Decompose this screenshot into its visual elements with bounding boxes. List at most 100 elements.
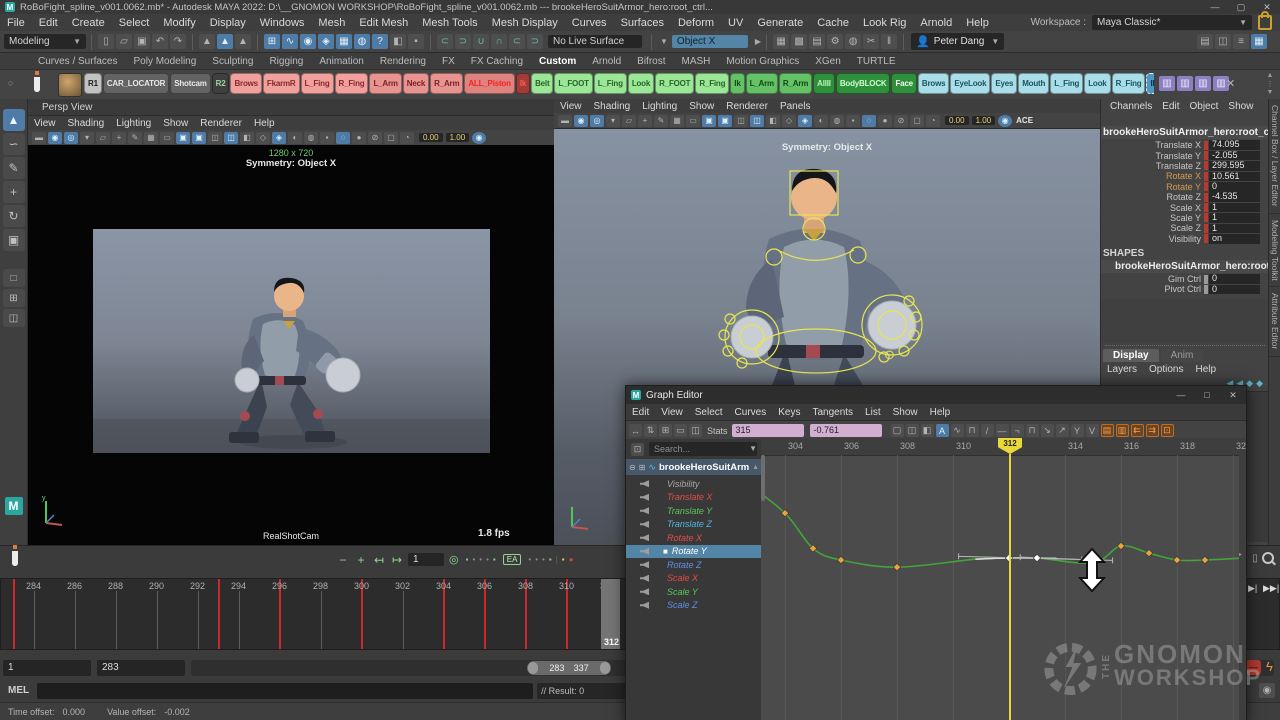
menu-item[interactable]: Generate [750, 17, 810, 29]
layer-icon[interactable]: ◆ [1256, 378, 1263, 389]
graph-editor-menu-item[interactable]: Show [887, 407, 924, 418]
viewport-icon[interactable]: ▭ [686, 115, 700, 127]
shape-node-name[interactable]: brookeHeroSuitArmor_hero:root_ct... [1101, 260, 1269, 273]
selection-mode-icon[interactable]: ▲ [235, 34, 251, 49]
menu-item[interactable]: Windows [253, 17, 312, 29]
step-forward-button[interactable]: ▶| [1248, 583, 1257, 594]
channel-label[interactable]: Translate Y [1101, 151, 1204, 161]
anim-start-field[interactable]: 1 [3, 660, 91, 676]
shelf-tab[interactable]: TURTLE [849, 54, 904, 69]
shelf-tab[interactable]: FX Caching [463, 54, 531, 69]
save-scene-icon[interactable]: ▣ [134, 34, 150, 49]
channel-row[interactable]: Rotate Y 0 [1101, 182, 1269, 192]
shelf-tab[interactable]: Bifrost [629, 54, 673, 69]
snap-icon[interactable]: ◍ [354, 34, 370, 49]
close-button[interactable]: ✕ [1220, 390, 1246, 401]
tangent-button-icon[interactable]: ⊡ [1161, 424, 1174, 437]
playback-dot-icon[interactable]: ● [569, 555, 574, 564]
viewport-icon[interactable]: ● [878, 115, 892, 127]
maximize-button[interactable]: □ [1194, 390, 1220, 400]
shelf-pocket-icon[interactable]: ▥ [1195, 76, 1211, 91]
menu-item[interactable]: Select [112, 17, 157, 29]
selection-mode-icon[interactable]: ▲ [217, 34, 233, 49]
layout-shortcut-button[interactable]: ⊞ [3, 289, 25, 307]
tangent-button-icon[interactable]: ∿ [951, 424, 964, 437]
sidebar-toggle-icon[interactable]: ▤ [1197, 34, 1213, 49]
tangent-button-icon[interactable]: V [1086, 424, 1099, 437]
viewport-icon[interactable]: ◌ [336, 132, 350, 144]
tangent-button-icon[interactable]: ↗ [1056, 424, 1069, 437]
sidebar-tab[interactable]: Attribute Editor [1269, 287, 1280, 356]
viewport-menu-item[interactable]: Show [157, 118, 194, 129]
viewport-icon[interactable]: ◧ [240, 132, 254, 144]
shelf-button[interactable]: L_Fing [1050, 73, 1083, 94]
magnify-icon[interactable] [1262, 552, 1274, 564]
sidebar-tab[interactable]: Modeling Toolkit [1269, 214, 1280, 288]
frame-tick[interactable] [403, 591, 404, 649]
graph-channel-row[interactable]: Translate Y [626, 504, 761, 518]
mute-channel-icon[interactable] [640, 548, 649, 555]
shelf-button[interactable]: Brows [230, 73, 261, 94]
playback-dot-icon[interactable]: • [542, 555, 545, 564]
channel-label[interactable]: Scale Y [1101, 213, 1204, 223]
render-icon[interactable]: ⚙ [827, 34, 843, 49]
menu-item[interactable]: Display [203, 17, 253, 29]
channel-value-field[interactable]: on [1209, 234, 1260, 244]
shelf-button[interactable]: R_FOOT [655, 73, 694, 94]
collapse-icon[interactable]: ⊖ [629, 463, 636, 472]
viewport-menu-item[interactable]: Lighting [636, 101, 683, 112]
channel-row[interactable]: Visibility on [1101, 234, 1269, 244]
viewport-icon[interactable]: ▱ [96, 132, 110, 144]
playback-dot-icon[interactable]: ▪ [466, 555, 469, 564]
channel-value-field[interactable]: -4.535 [1209, 192, 1260, 202]
viewport-icon[interactable]: ▢ [384, 132, 398, 144]
tool-button[interactable]: ∽ [3, 133, 25, 155]
graph-channel-name[interactable]: Rotate X [667, 533, 702, 543]
tangent-button-icon[interactable]: ⊓ [966, 424, 979, 437]
range-start-grip[interactable] [528, 662, 538, 674]
shelf-button[interactable]: Ik [730, 73, 744, 94]
tangent-button-icon[interactable]: ▥ [1116, 424, 1129, 437]
mel-input[interactable] [37, 683, 533, 699]
viewport-icon[interactable]: ⊘ [894, 115, 908, 127]
selected-object-name[interactable]: brookeHeroSuitArmor_hero:root_ctrl [1101, 126, 1269, 139]
history-icon[interactable]: ∪ [473, 34, 489, 49]
shelf-button[interactable]: Neck [403, 73, 429, 94]
stats-frame-field[interactable]: 315 [732, 424, 804, 437]
playback-dot-icon[interactable]: • [535, 555, 538, 564]
layout-shortcut-button[interactable]: □ [3, 269, 25, 287]
layer-menu-item[interactable]: Help [1189, 364, 1222, 375]
shelf-tab[interactable]: Animation [311, 54, 371, 69]
viewport-icon[interactable]: ◧ [766, 115, 780, 127]
playhead-line[interactable] [1009, 454, 1011, 720]
tool-button[interactable]: ▣ [3, 229, 25, 251]
graph-channel-row[interactable]: Visibility [626, 477, 761, 491]
keyframe-marker[interactable] [218, 579, 220, 649]
channel-value-field[interactable]: 0 [1209, 182, 1260, 192]
channel-value-field[interactable]: 10.561 [1209, 172, 1260, 182]
menu-item[interactable]: Surfaces [614, 17, 671, 29]
viewport-icon[interactable]: ▦ [670, 115, 684, 127]
channel-box-menu-item[interactable]: Show [1223, 101, 1258, 112]
menu-item[interactable]: Deform [671, 17, 721, 29]
graph-editor-menu-item[interactable]: View [655, 407, 689, 418]
shelf-button[interactable]: Look [628, 73, 654, 94]
shelf-tab[interactable]: Motion Graphics [718, 54, 807, 69]
menuset-selector[interactable]: Modeling▼ [4, 34, 86, 49]
render-camera-icon[interactable]: ◉ [1259, 683, 1275, 698]
shelf-button[interactable]: R_Fing [335, 73, 369, 94]
mute-channel-icon[interactable] [640, 588, 649, 595]
notes-icon[interactable]: ▯ [1247, 551, 1263, 566]
tangent-button-icon[interactable]: ◧ [921, 424, 934, 437]
graph-editor-menu-item[interactable]: Edit [626, 407, 655, 418]
menu-item[interactable]: Mesh Display [485, 17, 565, 29]
layout-shortcut-button[interactable]: ◫ [3, 309, 25, 327]
channel-row[interactable]: Gim Ctrl 0 [1101, 274, 1269, 284]
snap-icon[interactable]: ◧ [390, 34, 406, 49]
snap-icon[interactable]: ◉ [300, 34, 316, 49]
root-node-name[interactable]: brookeHeroSuitArmor_hero [659, 462, 749, 473]
playback-dot-icon[interactable]: ▪ [549, 555, 552, 564]
shelf-button[interactable]: Look [1084, 73, 1110, 94]
keyframe-marker[interactable] [13, 579, 15, 649]
graph-editor-menu-item[interactable]: Select [689, 407, 729, 418]
